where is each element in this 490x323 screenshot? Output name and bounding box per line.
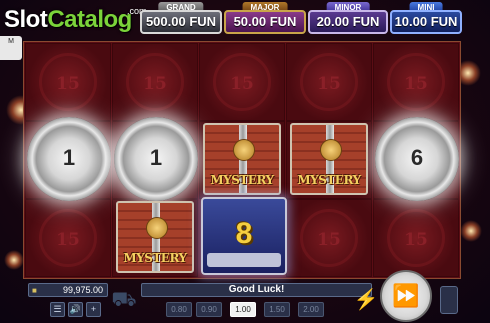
coin-value: 1	[62, 145, 76, 170]
ghost-value: 15	[404, 74, 428, 94]
menu-button[interactable]: ☰	[50, 302, 65, 317]
mystery-box: MYSTERY	[203, 123, 281, 195]
plus-button[interactable]: +	[86, 302, 101, 317]
jackpot-major: MAJOR 50.00 FUN	[224, 2, 306, 36]
reel-cell-empty: 15	[286, 199, 372, 277]
balance-value: 99,975.00	[62, 285, 103, 295]
reel-cell-empty: 15	[373, 43, 459, 121]
side-tab[interactable]: M	[0, 36, 22, 60]
jackpot-mini-value: 10.00 FUN	[390, 10, 462, 34]
mystery-label: MYSTERY	[297, 173, 361, 187]
turbo-icon[interactable]: ⚡	[352, 286, 380, 314]
reel-cell-empty: 15	[286, 43, 372, 121]
jackpot-major-value: 50.00 FUN	[224, 10, 306, 34]
wallet-icon: ■	[32, 286, 37, 295]
sparkle-decoration	[460, 220, 482, 242]
ghost-value: 15	[56, 230, 80, 250]
reel-cell-empty: 15	[25, 43, 111, 121]
coin-value: 6	[410, 145, 424, 170]
mystery-label: MYSTERY	[123, 251, 187, 265]
bet-option[interactable]: 0.80	[166, 302, 192, 317]
lock-icon	[320, 139, 342, 161]
reel-cell-empty: 15	[373, 199, 459, 277]
mystery-box: MYSTERY	[290, 123, 368, 195]
bet-option[interactable]: 1.50	[264, 302, 290, 317]
jackpot-minor-value: 20.00 FUN	[308, 10, 388, 34]
logo-text: SlotCatalog	[4, 6, 132, 33]
ghost-value: 15	[404, 230, 428, 250]
sparkle-decoration	[4, 250, 24, 270]
sound-button[interactable]: 🔊	[68, 302, 83, 317]
jackpot-minor: MINOR 20.00 FUN	[308, 2, 388, 36]
chest-rim	[207, 253, 281, 267]
jackpot-grand: GRAND 500.00 FUN	[140, 2, 222, 36]
ghost-value: 15	[143, 74, 167, 94]
jackpot-mini: MINI 10.00 FUN	[390, 2, 462, 36]
bet-option[interactable]: 0.90	[196, 302, 222, 317]
jackpot-grand-value: 500.00 FUN	[140, 10, 222, 34]
bet-option-selected[interactable]: 1.00	[230, 302, 256, 317]
ghost-value: 15	[317, 230, 341, 250]
ghost-value: 15	[230, 74, 254, 94]
mystery-box: MYSTERY	[116, 201, 194, 273]
autoplay-icon[interactable]: ⛟	[110, 286, 138, 314]
treasure-chest: 8	[201, 197, 287, 275]
ghost-value: 15	[56, 74, 80, 94]
balance-display: ■ 99,975.00	[28, 283, 108, 297]
spin-button[interactable]: ⏩	[380, 270, 432, 322]
silver-coin: 6	[375, 117, 459, 201]
silver-coin: 1	[27, 117, 111, 201]
lock-icon	[233, 139, 255, 161]
site-logo: SlotCatalog .com	[0, 0, 148, 38]
chest-value: 8	[235, 217, 253, 250]
bet-option[interactable]: 2.00	[298, 302, 324, 317]
coin-value: 1	[149, 145, 163, 170]
silver-coin: 1	[114, 117, 198, 201]
reel-cell-empty: 15	[112, 43, 198, 121]
reel-cell-empty: 15	[25, 199, 111, 277]
options-button[interactable]	[440, 286, 458, 314]
reel-cell-empty: 15	[199, 43, 285, 121]
ghost-value: 15	[317, 74, 341, 94]
lock-icon	[146, 217, 168, 239]
status-message: Good Luck!	[141, 283, 372, 297]
mystery-label: MYSTERY	[210, 173, 274, 187]
